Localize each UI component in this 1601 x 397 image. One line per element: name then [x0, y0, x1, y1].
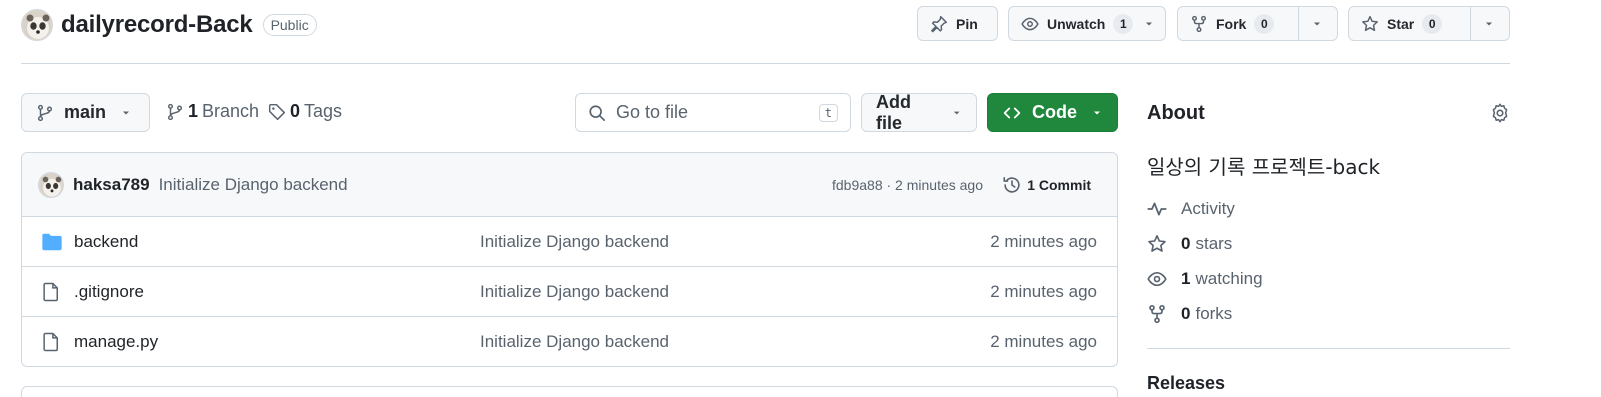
forks-count: 0	[1181, 304, 1191, 323]
watch-dropdown[interactable]	[1139, 18, 1163, 30]
eye-icon	[1021, 17, 1039, 30]
star-label: Star	[1387, 15, 1415, 32]
file-commit-message[interactable]: Initialize Django backend	[480, 332, 669, 352]
chevron-down-icon	[123, 111, 130, 114]
eye-icon	[1147, 271, 1167, 287]
fork-dropdown[interactable]	[1298, 7, 1335, 40]
repo-name[interactable]: dailyrecord-Back	[61, 11, 253, 39]
forks-label: forks	[1195, 304, 1233, 323]
star-count: 0	[1422, 13, 1443, 34]
watch-button[interactable]: Unwatch 1	[1008, 6, 1166, 41]
table-row[interactable]: manage.py Initialize Django backend 2 mi…	[22, 317, 1117, 366]
repo-avatar-icon	[22, 10, 52, 40]
visibility-badge: Public	[262, 14, 317, 36]
star-icon	[1148, 235, 1166, 252]
file-commit-time: 2 minutes ago	[990, 332, 1097, 351]
forks-link[interactable]: 0 forks	[1147, 304, 1232, 324]
pin-icon	[931, 15, 948, 32]
file-name[interactable]: manage.py	[74, 332, 158, 352]
commit-message[interactable]: Initialize Django backend	[159, 175, 348, 195]
tag-icon	[268, 103, 286, 120]
fork-count: 0	[1254, 13, 1275, 34]
search-shortcut-key: t	[818, 103, 838, 122]
sidebar-divider	[1147, 348, 1510, 349]
go-to-file-search[interactable]: Go to file t	[575, 93, 851, 132]
repo-avatar-icon	[39, 172, 63, 197]
branch-count-label: Branch	[202, 101, 260, 121]
add-file-label: Add file	[876, 91, 911, 133]
branch-select-button[interactable]: main	[21, 93, 150, 132]
file-commit-time: 2 minutes ago	[990, 281, 1097, 301]
chevron-down-icon	[1486, 22, 1492, 25]
pulse-icon	[1147, 202, 1167, 216]
commit-meta[interactable]: fdb9a88 · 2 minutes ago	[832, 177, 983, 193]
branch-icon	[167, 103, 183, 120]
chevron-down-icon	[1094, 111, 1100, 114]
folder-icon	[42, 233, 62, 250]
file-commit-time: 2 minutes ago	[990, 231, 1097, 251]
stars-count: 0	[1181, 234, 1191, 253]
pin-button[interactable]: Pin	[917, 6, 998, 41]
owner-avatar[interactable]	[21, 9, 53, 41]
repo-header: dailyrecord-Back Public	[21, 8, 317, 42]
file-commit-message[interactable]: Initialize Django backend	[480, 232, 669, 252]
repo-description: 일상의 기록 프로젝트-back	[1147, 155, 1381, 179]
file-name[interactable]: .gitignore	[74, 282, 144, 302]
search-icon	[589, 104, 606, 121]
about-settings-button[interactable]	[1490, 103, 1510, 123]
code-button[interactable]: Code	[987, 93, 1118, 132]
gear-icon	[1492, 103, 1508, 123]
activity-link[interactable]: Activity	[1147, 199, 1235, 219]
fork-icon	[1149, 304, 1165, 324]
star-dropdown[interactable]	[1470, 7, 1507, 40]
file-name[interactable]: backend	[74, 232, 138, 252]
readme-box	[21, 386, 1118, 397]
tags-link[interactable]: 0 Tags	[268, 101, 342, 122]
watching-count: 1	[1181, 269, 1191, 288]
star-button-group: Star 0	[1348, 6, 1510, 41]
about-title: About	[1147, 102, 1205, 124]
file-browser: haksa789 Initialize Django backend fdb9a…	[21, 152, 1118, 367]
history-icon	[1003, 176, 1020, 193]
watch-count: 1	[1113, 13, 1134, 34]
latest-commit-bar: haksa789 Initialize Django backend fdb9a…	[22, 153, 1117, 217]
pin-label: Pin	[956, 15, 978, 32]
table-row[interactable]: backend Initialize Django backend 2 minu…	[22, 217, 1117, 267]
code-label: Code	[1032, 102, 1077, 122]
branches-link[interactable]: 1 Branch	[166, 101, 259, 122]
branch-icon	[37, 104, 53, 121]
stars-label: stars	[1195, 234, 1233, 253]
tag-count-label: Tags	[304, 101, 343, 121]
fork-icon	[1191, 15, 1207, 32]
watching-link[interactable]: 1 watching	[1147, 269, 1263, 289]
table-row[interactable]: .gitignore Initialize Django backend 2 m…	[22, 267, 1117, 317]
add-file-button[interactable]: Add file	[861, 91, 977, 133]
commit-count: 1 Commit	[1027, 176, 1091, 193]
file-icon	[43, 332, 58, 352]
releases-heading[interactable]: Releases	[1147, 373, 1225, 394]
file-icon	[43, 282, 58, 301]
star-button[interactable]: Star 0	[1349, 7, 1470, 40]
chevron-down-icon	[953, 111, 960, 114]
commit-count-link[interactable]: 1 Commit	[1002, 175, 1091, 195]
chevron-down-icon	[1146, 22, 1153, 25]
branch-name: main	[64, 102, 107, 122]
chevron-down-icon	[1314, 22, 1320, 25]
fork-button-group: Fork 0	[1177, 6, 1338, 41]
code-icon	[1003, 107, 1021, 118]
watch-label: Unwatch	[1047, 15, 1106, 32]
header-divider	[21, 63, 1510, 64]
fork-button[interactable]: Fork 0	[1178, 7, 1298, 40]
fork-label: Fork	[1216, 15, 1247, 32]
branch-count: 1	[188, 101, 199, 121]
watching-label: watching	[1195, 269, 1263, 288]
tag-count: 0	[290, 101, 301, 121]
commit-author[interactable]: haksa789	[73, 175, 150, 195]
avatar[interactable]	[38, 171, 64, 198]
search-input[interactable]: Go to file	[616, 102, 819, 123]
file-commit-message[interactable]: Initialize Django backend	[480, 282, 669, 302]
activity-label: Activity	[1181, 199, 1235, 218]
stars-link[interactable]: 0 stars	[1147, 234, 1232, 254]
star-icon	[1362, 15, 1378, 31]
